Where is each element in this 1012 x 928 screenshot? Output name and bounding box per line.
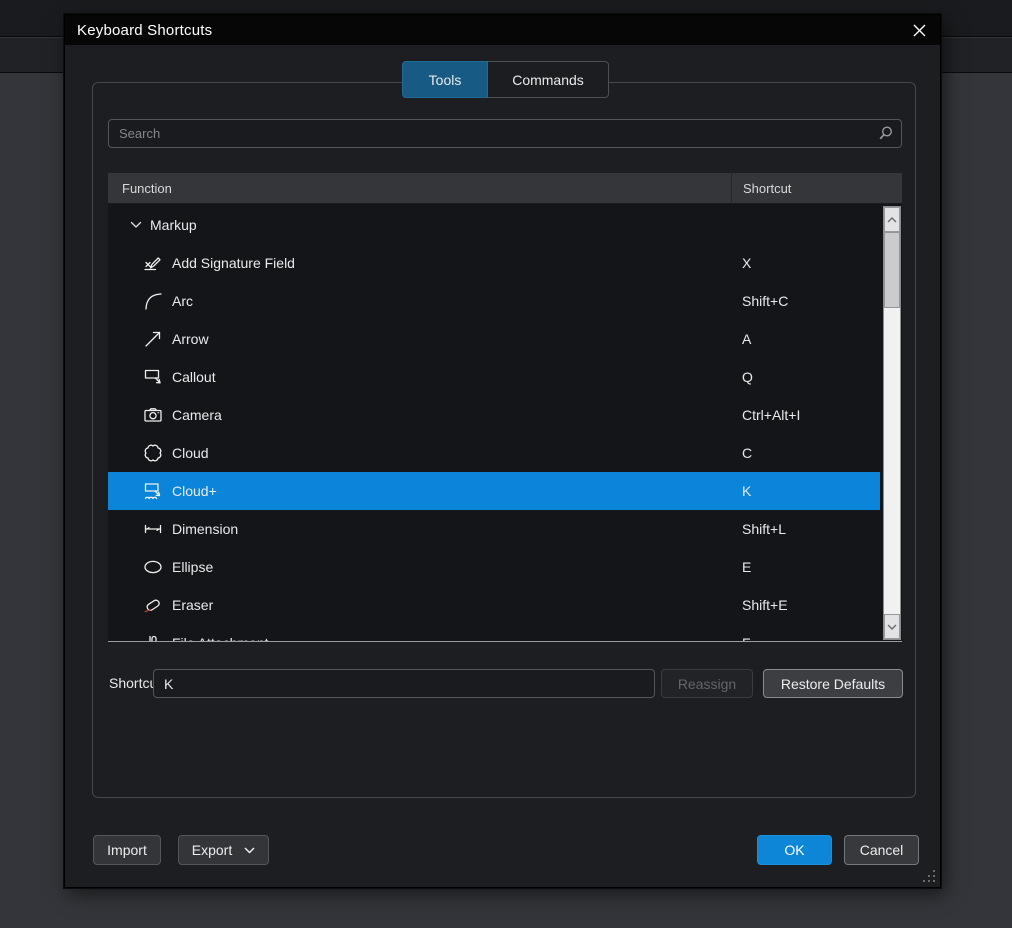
resize-grip[interactable] [922,869,936,883]
table-row[interactable]: Cloud C [108,434,880,472]
function-name: Ellipse [172,559,213,575]
tab-tools[interactable]: Tools [402,61,488,98]
close-icon[interactable] [910,21,928,39]
table-row[interactable]: Camera Ctrl+Alt+I [108,396,880,434]
table-row[interactable]: Eraser Shift+E [108,586,880,624]
table-row[interactable]: Ellipse E [108,548,880,586]
import-button[interactable]: Import [93,835,161,865]
tab-bar: Tools Commands [402,61,609,98]
ok-button[interactable]: OK [757,835,832,865]
function-name: Arc [172,293,193,309]
restore-defaults-button[interactable]: Restore Defaults [763,669,903,698]
dialog-titlebar: Keyboard Shortcuts [65,15,940,45]
table-row[interactable]: Add Signature Field X [108,244,880,282]
cloud-plus-icon [142,480,164,502]
reassign-button[interactable]: Reassign [661,669,753,698]
search-bar [108,119,902,148]
shortcut-value: Shift+C [742,293,788,309]
shortcut-value: Shift+E [742,597,788,613]
shortcut-value: Shift+L [742,521,786,537]
shortcut-value: Q [742,369,753,385]
shortcut-value: K [742,483,751,499]
arc-icon [142,290,164,312]
shortcut-value: C [742,445,752,461]
scrollbar-thumb[interactable] [884,232,900,308]
file-attachment-icon [142,632,164,642]
shortcut-table: Function Shortcut Markup Add Signature F… [108,173,902,642]
dimension-icon [142,518,164,540]
function-name: Eraser [172,597,213,613]
export-button[interactable]: Export [178,835,269,865]
function-name: File Attachment [172,635,269,642]
chevron-down-icon[interactable] [130,221,142,229]
column-header-function[interactable]: Function [108,173,732,203]
column-header-shortcut[interactable]: Shortcut [732,181,791,196]
group-row-markup[interactable]: Markup [108,206,902,244]
table-row[interactable]: File Attachment F [108,624,880,642]
dialog-footer: Import Export OK Cancel [65,835,940,865]
group-label: Markup [150,217,197,233]
cancel-button[interactable]: Cancel [844,835,919,865]
table-header: Function Shortcut [108,173,902,204]
camera-icon [142,404,164,426]
function-name: Callout [172,369,216,385]
scroll-up-icon[interactable] [884,207,900,232]
function-name: Add Signature Field [172,255,295,271]
table-row[interactable]: Cloud+ K [108,472,880,510]
table-row[interactable]: Callout Q [108,358,880,396]
function-name: Arrow [172,331,209,347]
magnifier-icon [876,124,894,147]
dialog-title: Keyboard Shortcuts [65,22,212,39]
shortcut-value: E [742,559,751,575]
scroll-down-icon[interactable] [884,614,900,639]
function-name: Dimension [172,521,238,537]
app-background: Keyboard Shortcuts Tools Commands Functi… [0,0,1012,928]
ellipse-icon [142,556,164,578]
shortcut-value: F [742,635,751,642]
keyboard-shortcuts-dialog: Keyboard Shortcuts Tools Commands Functi… [64,14,941,888]
eraser-icon [142,594,164,616]
arrow-icon [142,328,164,350]
shortcut-value: Ctrl+Alt+I [742,407,800,423]
shortcut-input[interactable] [153,669,655,698]
search-input[interactable] [108,119,902,148]
chevron-down-icon [244,847,255,854]
table-row[interactable]: Arc Shift+C [108,282,880,320]
scrollbar[interactable] [883,206,901,640]
cloud-icon [142,442,164,464]
function-name: Cloud [172,445,209,461]
function-name: Cloud+ [172,483,217,499]
export-button-label: Export [192,842,232,858]
table-row[interactable]: Arrow A [108,320,880,358]
callout-icon [142,366,164,388]
shortcut-value: X [742,255,751,271]
shortcut-value: A [742,331,751,347]
tool-list: Markup Add Signature Field X Arc Shift+C Arr… [108,204,902,642]
signature-field-icon [142,252,164,274]
shortcut-editor: Shortcut: Reassign Restore Defaults [65,669,940,698]
tab-commands[interactable]: Commands [488,61,609,98]
function-name: Camera [172,407,222,423]
table-row[interactable]: Dimension Shift+L [108,510,880,548]
